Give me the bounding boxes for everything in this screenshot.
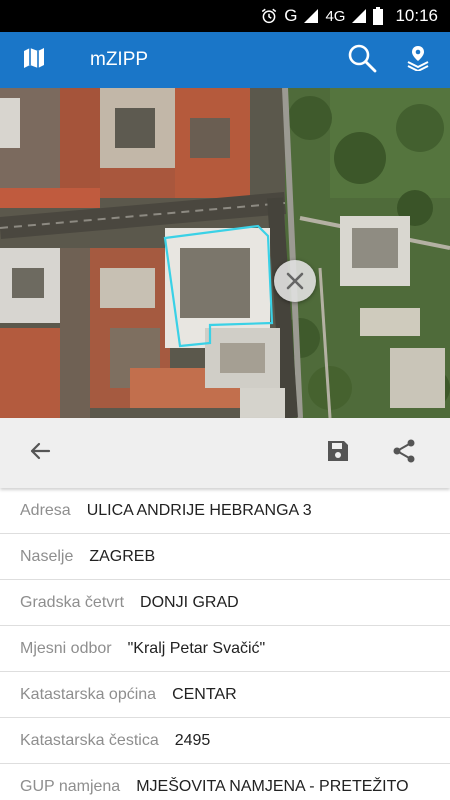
back-arrow-icon [28, 439, 52, 468]
detail-value: ULICA ANDRIJE HEBRANGA 3 [86, 501, 312, 519]
app-bar: mZIPP [0, 32, 450, 88]
detail-label: Katastarska općina [20, 685, 157, 703]
detail-value: "Kralj Petar Svačić" [127, 639, 266, 657]
battery-icon [373, 7, 384, 25]
back-button[interactable] [10, 423, 70, 483]
search-icon [347, 43, 377, 78]
share-icon [391, 438, 417, 469]
signal-4g-icon [351, 8, 367, 24]
app-title: mZIPP [90, 49, 149, 70]
detail-label: GUP namjena [20, 777, 121, 795]
close-icon [284, 270, 306, 292]
location-layers-icon [405, 45, 431, 76]
detail-row-mjesni-odbor: Mjesni odbor "Kralj Petar Svačić" [0, 626, 450, 672]
alarm-icon [260, 7, 278, 25]
detail-label: Adresa [20, 501, 71, 519]
detail-value: ZAGREB [89, 547, 156, 565]
network-label: G [284, 6, 298, 25]
close-map-button[interactable] [274, 260, 316, 302]
location-layers-button[interactable] [390, 32, 446, 88]
parcel-details: Adresa ULICA ANDRIJE HEBRANGA 3 Naselje … [0, 488, 450, 800]
detail-label: Gradska četvrt [20, 593, 125, 611]
detail-label: Naselje [20, 547, 74, 565]
satellite-map[interactable] [0, 88, 450, 418]
detail-row-gup-namjena: GUP namjena MJEŠOVITA NAMJENA - PRETEŽIT… [0, 764, 450, 800]
save-icon [326, 439, 350, 468]
detail-value: MJEŠOVITA NAMJENA - PRETEŽITO [136, 777, 409, 795]
network-type: 4G [325, 7, 346, 25]
detail-row-katastarska-opcina: Katastarska općina CENTAR [0, 672, 450, 718]
detail-value: CENTAR [172, 685, 237, 703]
status-bar: G 4G 10:16 [0, 0, 450, 32]
detail-label: Katastarska čestica [20, 731, 159, 749]
detail-value: DONJI GRAD [140, 593, 239, 611]
detail-value: 2495 [174, 731, 211, 749]
search-button[interactable] [334, 32, 390, 88]
clock: 10:16 [395, 6, 438, 25]
detail-row-adresa: Adresa ULICA ANDRIJE HEBRANGA 3 [0, 488, 450, 534]
detail-toolbar [0, 418, 450, 488]
signal-icon [303, 8, 319, 24]
detail-row-gradska-cetvrt: Gradska četvrt DONJI GRAD [0, 580, 450, 626]
share-button[interactable] [374, 423, 434, 483]
save-button[interactable] [308, 423, 368, 483]
detail-row-katastarska-cestica: Katastarska čestica 2495 [0, 718, 450, 764]
map-icon [22, 46, 46, 75]
satellite-imagery [0, 88, 450, 418]
map-button[interactable] [6, 32, 62, 88]
detail-label: Mjesni odbor [20, 639, 112, 657]
detail-row-naselje: Naselje ZAGREB [0, 534, 450, 580]
